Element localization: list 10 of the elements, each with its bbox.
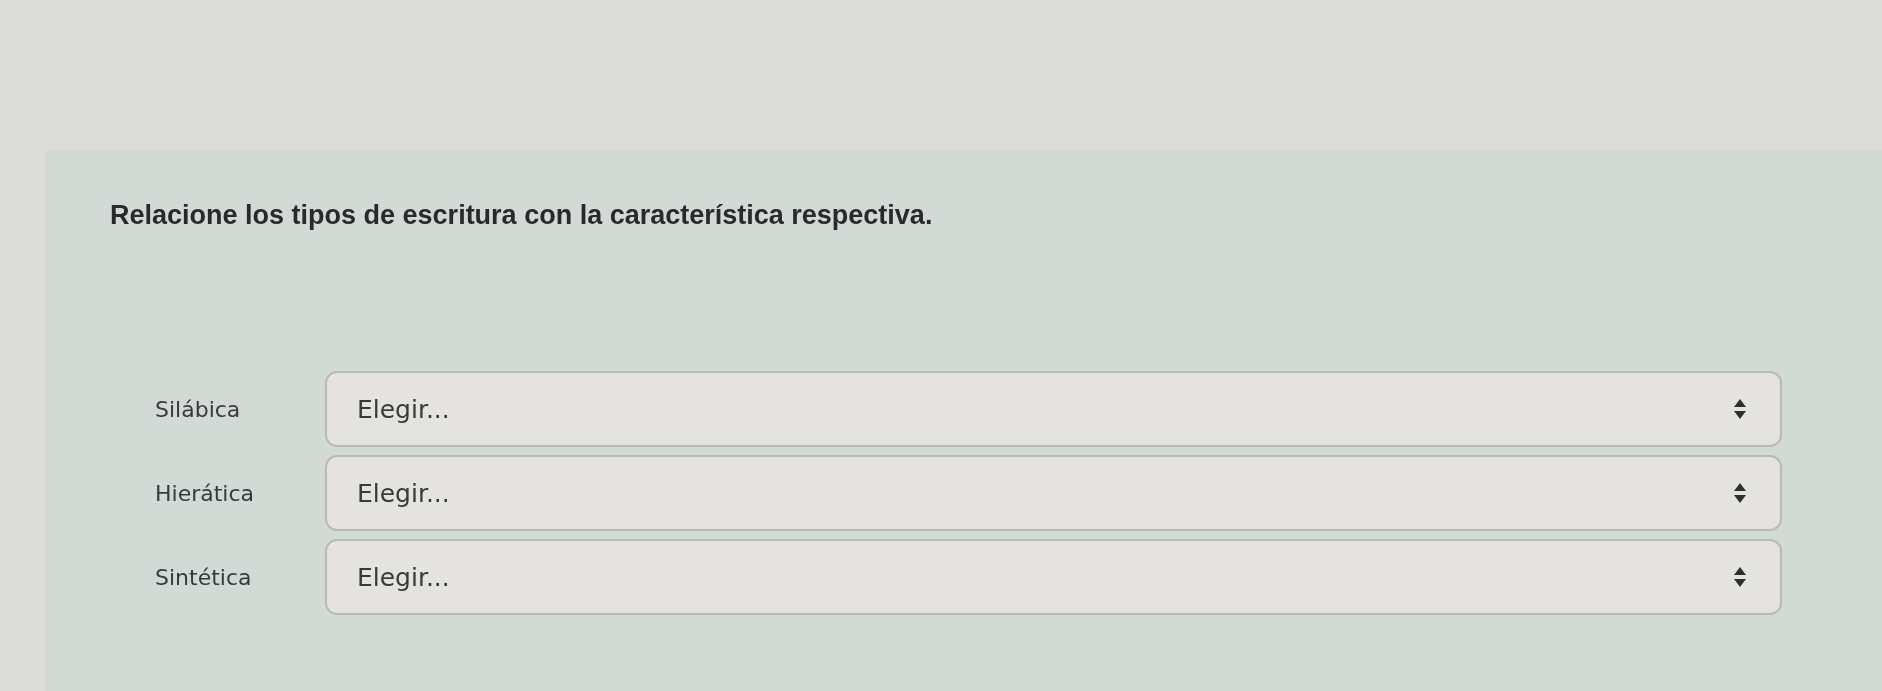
answer-dropdown[interactable]: Elegir... xyxy=(325,455,1782,531)
item-label: Hierática xyxy=(155,480,256,506)
question-text: Relacione los tipos de escritura con la característica respectiva. xyxy=(110,200,934,231)
up-down-arrows-icon xyxy=(1734,567,1746,587)
item-label: Silábica xyxy=(155,396,242,422)
answer-dropdown[interactable]: Elegir... xyxy=(325,539,1782,615)
item-label: Sintética xyxy=(155,564,253,590)
answer-dropdown[interactable]: Elegir... xyxy=(325,371,1782,447)
up-down-arrows-icon xyxy=(1734,399,1746,419)
up-down-arrows-icon xyxy=(1734,483,1746,503)
